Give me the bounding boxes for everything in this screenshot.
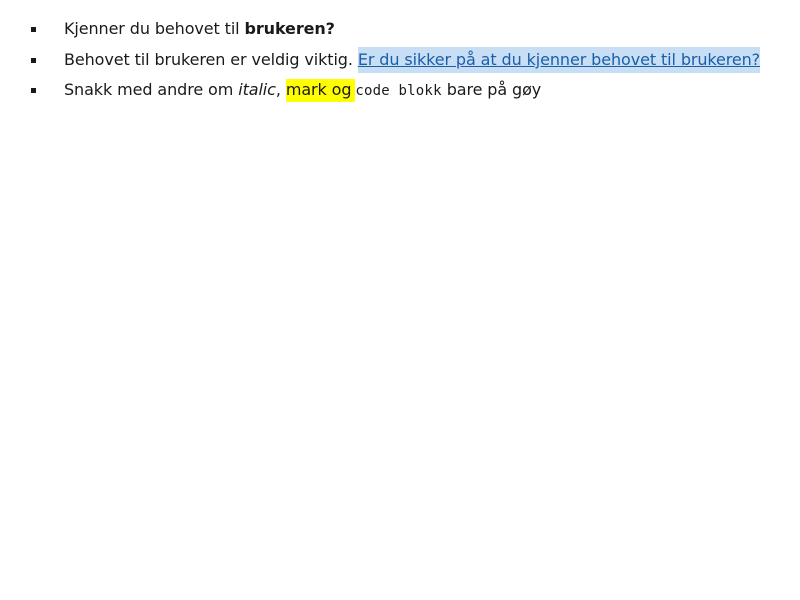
list-item-text: Behovet til brukeren er veldig viktig. E… [64, 45, 760, 75]
list-item-plain-text: Behovet til brukeren er veldig viktig. [64, 50, 358, 69]
italic-text: italic [238, 80, 276, 99]
square-bullet-icon [31, 27, 36, 32]
square-bullet-icon [31, 88, 36, 93]
list-item-text: Kjenner du behovet til brukeren? [64, 14, 335, 44]
bold-text: brukeren? [244, 19, 335, 38]
comma-separator: , [275, 80, 286, 99]
list-item: Snakk med andre om italic, mark og code b… [0, 75, 800, 105]
list-item-plain-text: Snakk med andre om [64, 80, 239, 99]
inline-code: code blokk [355, 83, 442, 99]
list-item: Behovet til brukeren er veldig viktig. E… [0, 45, 800, 75]
list-item: Kjenner du behovet til brukeren? [0, 14, 800, 44]
list-item-text: Snakk med andre om italic, mark og code b… [64, 75, 541, 106]
list-item-trailing-text: bare på gøy [441, 80, 542, 99]
list-item-plain-text: Kjenner du behovet til [64, 19, 245, 38]
selected-link[interactable]: Er du sikker på at du kjenner behovet ti… [357, 47, 760, 73]
square-bullet-icon [31, 58, 36, 63]
highlighted-text: mark og [285, 79, 356, 102]
